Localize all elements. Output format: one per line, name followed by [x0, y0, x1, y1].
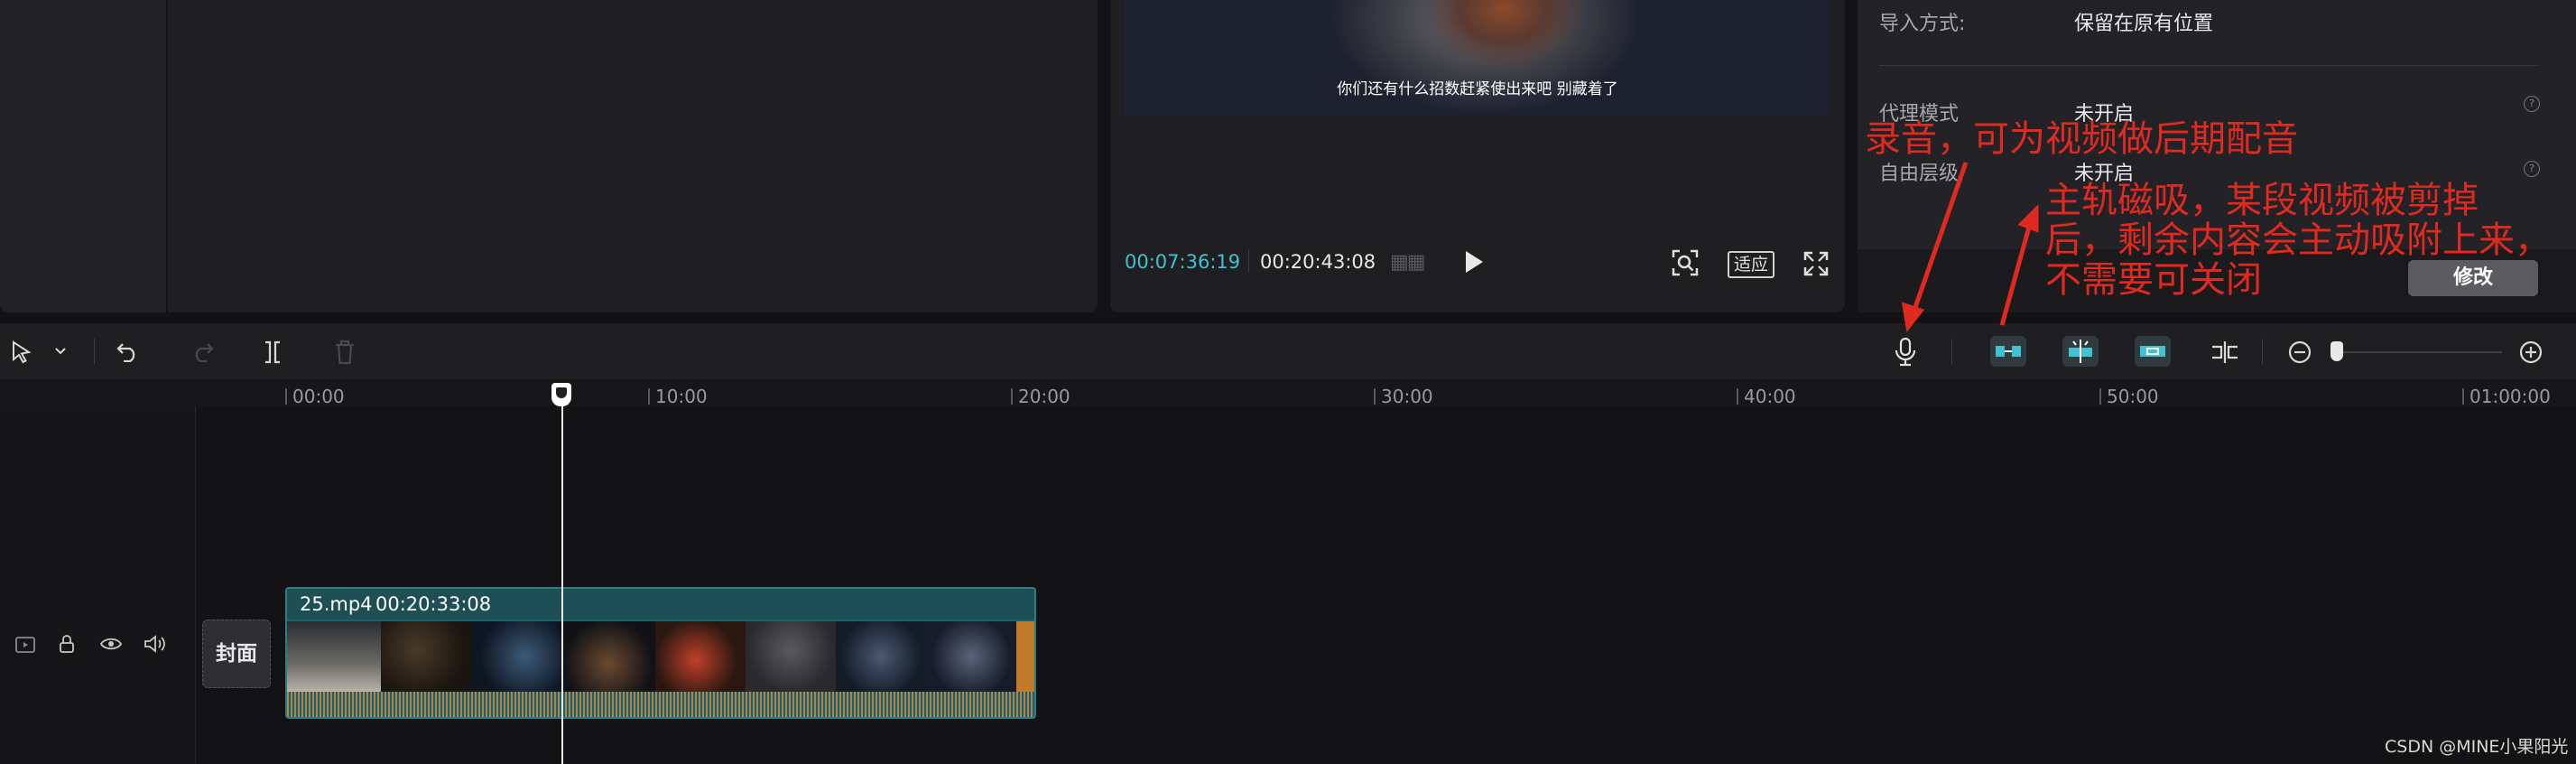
main-track-magnet-button[interactable] [1990, 336, 2026, 367]
video-clip[interactable]: 25.mp4 00:20:33:08 [285, 587, 1036, 719]
properties-divider [1879, 65, 2538, 66]
time-divider [1248, 249, 1249, 273]
record-annotation: 录音，可为视频做后期配音 [1865, 118, 2298, 160]
clip-thumbnail [561, 621, 655, 692]
magnet-annotation-line1: 主轨磁吸，某段视频被剪掉 [2045, 180, 2479, 221]
playhead-handle[interactable] [551, 383, 571, 406]
chevron-down-icon[interactable] [54, 347, 67, 356]
clip-thumbnail [287, 621, 381, 692]
speaker-icon[interactable] [143, 634, 166, 654]
ruler-tick: 10:00 [648, 387, 708, 405]
zoom-out-icon[interactable] [2287, 340, 2312, 365]
total-time: 00:20:43:08 [1260, 251, 1376, 273]
current-time: 00:07:36:19 [1125, 251, 1241, 273]
clip-thumbnail [926, 621, 1016, 692]
magnet-annotation-line3: 不需要可关闭 [2045, 259, 2262, 301]
frame-grid-icon[interactable]: ▦▦ [1390, 251, 1426, 274]
ruler-tick: 50:00 [2099, 387, 2159, 405]
clip-thumbnail [746, 621, 836, 692]
ruler-tick: 30:00 [1374, 387, 1433, 405]
track-header-column [0, 406, 196, 764]
clip-duration: 00:20:33:08 [375, 593, 492, 615]
magnet-annotation-line2: 后，剩余内容会主动吸附上来， [2045, 219, 2551, 261]
time-ruler[interactable] [0, 379, 2576, 406]
track-video-icon [15, 637, 35, 653]
zoom-in-icon[interactable] [2518, 340, 2544, 365]
audio-waveform [287, 692, 1034, 717]
link-icon [2140, 346, 2165, 357]
linkage-button[interactable] [2135, 336, 2171, 367]
free-layer-label: 自由层级 [1879, 163, 1960, 185]
microphone-icon[interactable] [1894, 337, 1917, 368]
ruler-tick: 40:00 [1737, 387, 1796, 405]
ruler-tick: 20:00 [1011, 387, 1070, 405]
import-mode-label: 导入方式: [1879, 13, 1966, 35]
playhead-line[interactable] [561, 394, 563, 764]
clip-thumbnail [471, 621, 561, 692]
clip-name: 25.mp4 [300, 593, 373, 615]
zoom-slider-track[interactable] [2330, 351, 2502, 353]
clip-thumbnail [381, 621, 471, 692]
screenshot-scan-icon[interactable] [1672, 249, 1699, 276]
delete-icon[interactable] [334, 340, 356, 365]
video-subtitle: 你们还有什么招数赶紧使出来吧 别藏着了 [1337, 80, 1618, 98]
redo-icon[interactable] [190, 340, 215, 362]
ruler-tick: 01:00:00 [2462, 387, 2551, 405]
clip-thumbnail [655, 621, 746, 692]
preview-axis-icon[interactable] [2210, 340, 2240, 365]
timeline-toolbar [0, 323, 2576, 379]
clip-thumbnail [836, 621, 926, 692]
free-layer-help-icon[interactable]: ? [2524, 161, 2540, 177]
play-button[interactable] [1466, 251, 1483, 273]
eye-icon[interactable] [99, 636, 123, 652]
auto-snap-button[interactable] [2062, 336, 2099, 367]
undo-icon[interactable] [116, 340, 141, 362]
media-panel [168, 0, 1098, 312]
snap-icon [2069, 340, 2092, 363]
toolbar-separator [1951, 339, 1952, 364]
ruler-tick: 00:00 [285, 387, 345, 405]
fit-ratio-button[interactable]: 适应 [1728, 251, 1774, 278]
clip-thumbnail [1016, 621, 1034, 692]
zoom-slider-handle[interactable] [2330, 341, 2343, 361]
video-preview[interactable]: 你们还有什么招数赶紧使出来吧 别藏着了 [1125, 0, 1830, 116]
modify-button[interactable]: 修改 [2408, 260, 2538, 296]
split-icon[interactable] [262, 340, 283, 364]
proxy-help-icon[interactable]: ? [2524, 96, 2540, 112]
clip-thumbnails [287, 621, 1034, 692]
cover-button[interactable]: 封面 [202, 620, 271, 688]
toolbar-separator [2262, 339, 2263, 364]
media-sidebar [0, 0, 166, 312]
magnet-icon [1996, 346, 2021, 357]
watermark: CSDN @MINE小果阳光 [2385, 737, 2569, 757]
toolbar-separator [94, 339, 95, 364]
select-cursor-icon[interactable] [11, 340, 32, 364]
fullscreen-icon[interactable] [1803, 251, 1829, 276]
import-mode-value: 保留在原有位置 [2074, 13, 2214, 35]
lock-icon[interactable] [58, 634, 76, 654]
